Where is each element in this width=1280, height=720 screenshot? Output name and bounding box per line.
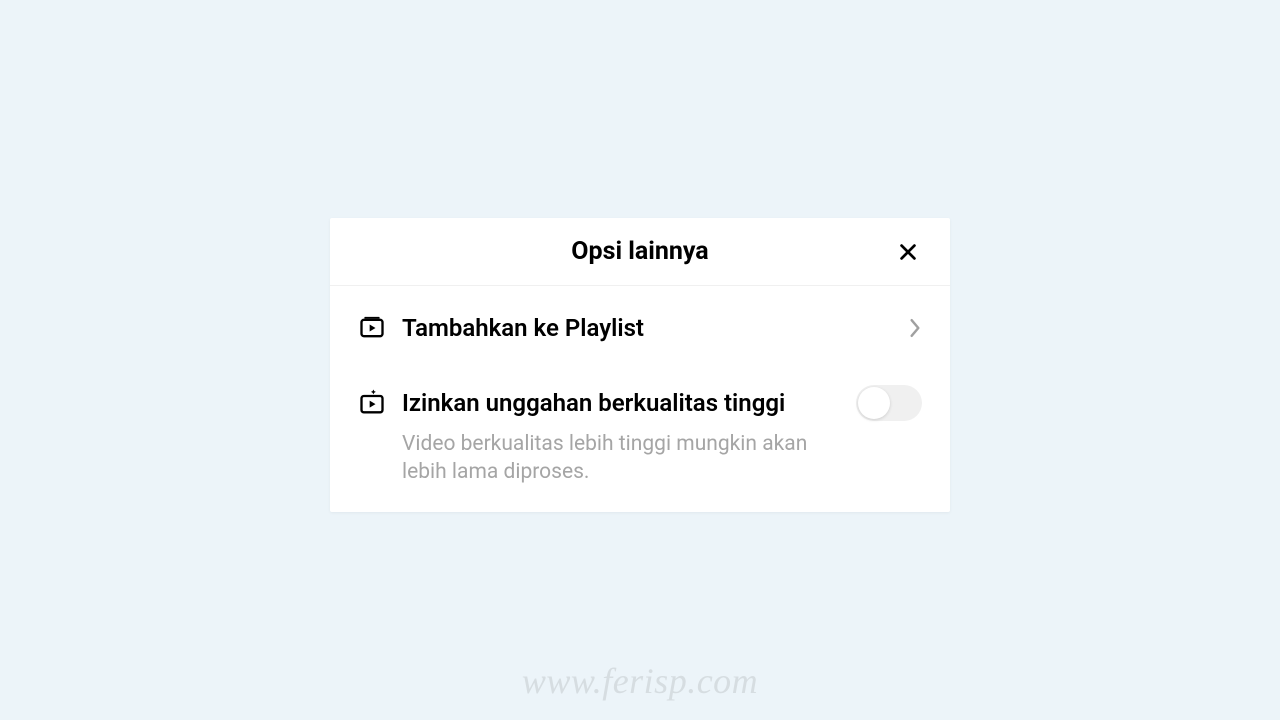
close-button[interactable] <box>896 240 920 264</box>
close-icon <box>897 241 919 263</box>
modal-header: Opsi lainnya <box>330 218 950 286</box>
high-quality-upload-description: Video berkualitas lebih tinggi mungkin a… <box>402 430 844 487</box>
modal-title: Opsi lainnya <box>571 237 708 266</box>
row-content: Tambahkan ke Playlist <box>402 314 896 343</box>
row-action <box>908 314 922 342</box>
row-action <box>856 389 922 417</box>
watermark-text: www.ferisp.com <box>522 660 758 702</box>
add-to-playlist-label: Tambahkan ke Playlist <box>402 314 896 343</box>
high-quality-upload-label: Izinkan unggahan berkualitas tinggi <box>402 389 844 418</box>
toggle-knob <box>858 387 890 419</box>
add-to-playlist-row[interactable]: Tambahkan ke Playlist <box>330 286 950 371</box>
playlist-icon <box>358 314 386 342</box>
high-quality-video-icon <box>358 389 386 417</box>
chevron-right-icon <box>908 318 922 338</box>
high-quality-toggle[interactable] <box>856 385 922 421</box>
options-modal: Opsi lainnya Tambahkan ke Playlist <box>330 218 950 512</box>
row-content: Izinkan unggahan berkualitas tinggi Vide… <box>402 389 844 486</box>
high-quality-upload-row: Izinkan unggahan berkualitas tinggi Vide… <box>330 371 950 512</box>
